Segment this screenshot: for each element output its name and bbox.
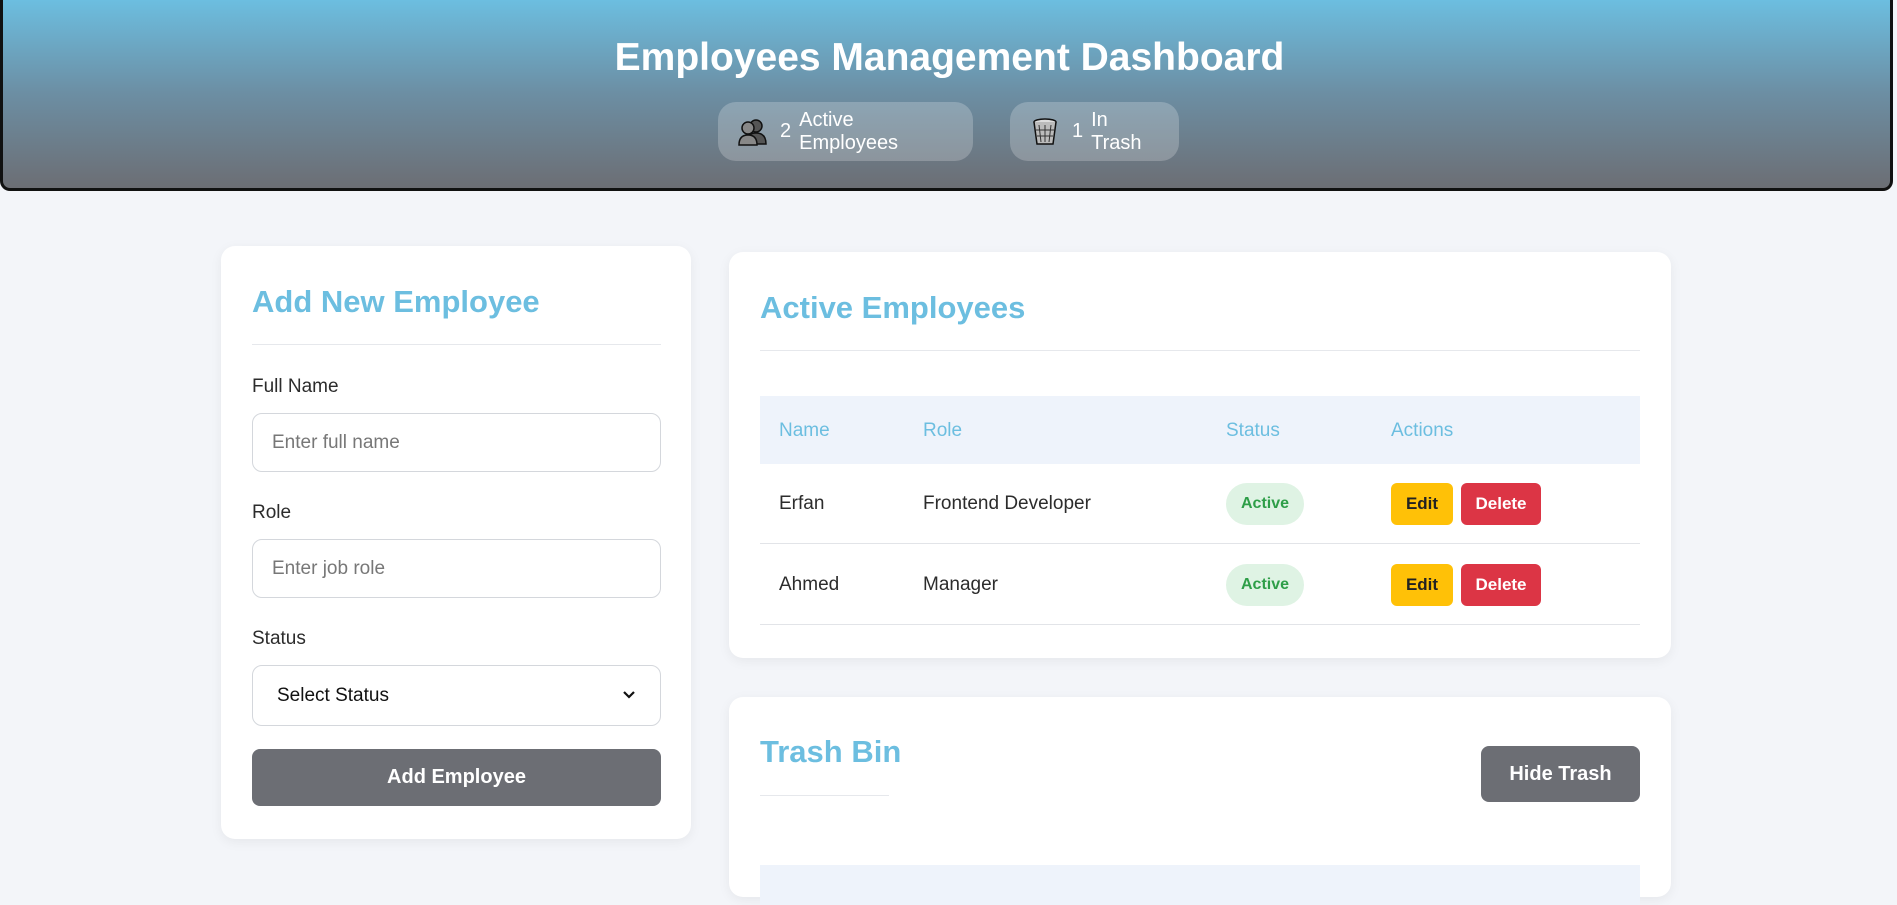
employees-title: Active Employees [760,290,1026,325]
form-divider [252,344,661,345]
page-title: Employees Management Dashboard [614,36,1285,79]
status-badge: Active [1226,564,1304,606]
role-input[interactable] [252,539,661,598]
trash-divider [760,795,889,796]
row-divider [760,543,1640,544]
employees-divider [760,350,1640,351]
add-employee-card: Add New Employee Full Name Role Status S… [221,246,691,839]
full-name-label: Full Name [252,376,339,397]
delete-button[interactable]: Delete [1461,564,1541,606]
hide-trash-button[interactable]: Hide Trash [1481,746,1640,802]
employee-role: Frontend Developer [923,493,1091,514]
column-header-name: Name [779,420,830,441]
trash-label: In Trash [1091,108,1142,154]
active-label: Active Employees [799,108,899,154]
column-header-actions: Actions [1391,420,1454,441]
trash-stat: 1 In Trash [1010,102,1179,161]
role-label: Role [252,502,292,523]
active-count: 2 [780,120,792,142]
full-name-input[interactable] [252,413,661,472]
table-row: Erfan Frontend Developer Active Edit Del… [760,464,1640,544]
people-icon [738,118,768,146]
trash-count: 1 [1072,120,1084,142]
status-badge: Active [1226,483,1304,525]
edit-button[interactable]: Edit [1391,483,1453,525]
active-employees-card: Active Employees Name Role Status Action… [729,252,1671,658]
employees-table-header: Name Role Status Actions [760,396,1640,464]
status-label: Status [252,628,306,649]
dashboard-header: Employees Management Dashboard 2 Active … [0,0,1893,191]
status-select[interactable]: Select Status [252,665,661,726]
form-title: Add New Employee [252,284,540,319]
employee-role: Manager [923,574,998,595]
trash-table-header [760,865,1640,905]
table-row: Ahmed Manager Active Edit Delete [760,545,1640,625]
trash-title: Trash Bin [760,734,902,769]
edit-button[interactable]: Edit [1391,564,1453,606]
employee-name: Erfan [779,493,825,514]
column-header-role: Role [923,420,963,441]
trash-bin-card: Trash Bin Hide Trash [729,697,1671,905]
column-header-status: Status [1226,420,1280,441]
active-employees-stat: 2 Active Employees [718,102,973,161]
trash-icon [1030,117,1060,146]
status-select-value: Select Status [277,684,389,706]
employee-name: Ahmed [779,574,840,595]
row-divider [760,624,1640,625]
add-employee-button[interactable]: Add Employee [252,749,661,806]
delete-button[interactable]: Delete [1461,483,1541,525]
chevron-down-icon [622,687,636,705]
